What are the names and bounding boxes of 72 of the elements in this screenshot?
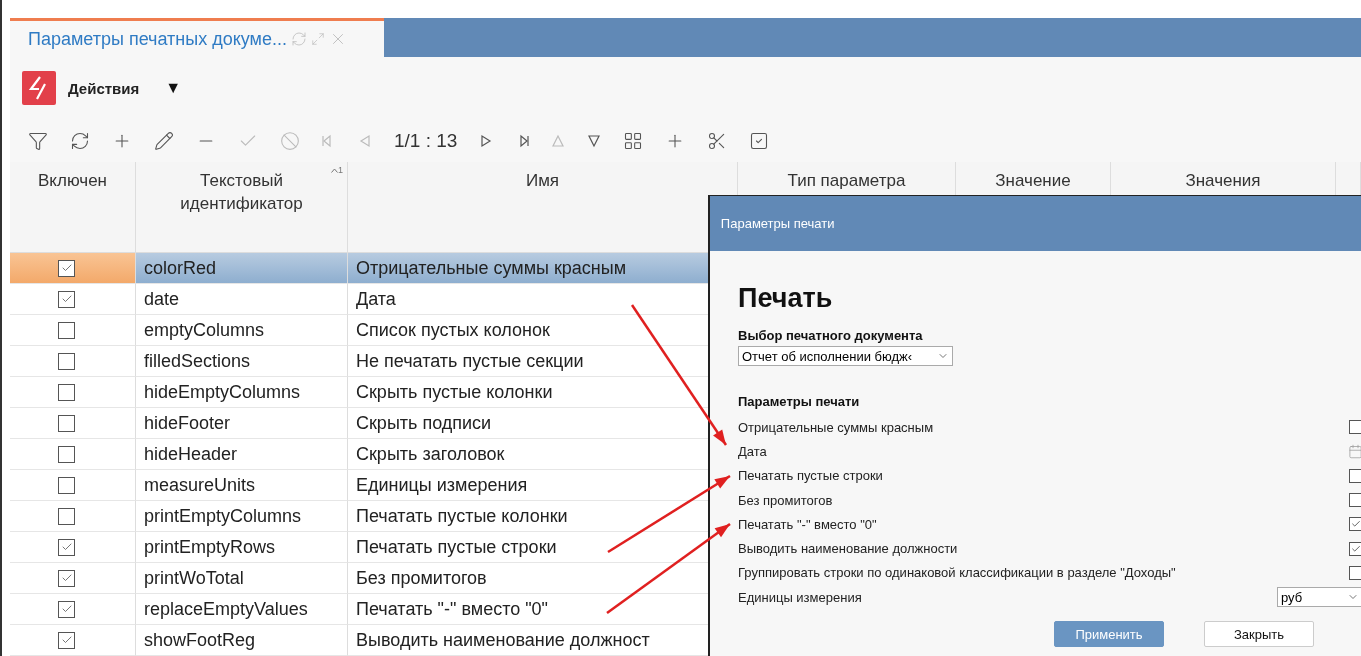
logo-icon: [22, 71, 56, 105]
checkbox-icon[interactable]: [749, 130, 770, 151]
table-cell: showFootReg: [136, 625, 348, 656]
table-cell: printWoTotal: [136, 563, 348, 594]
checkmark-icon: [60, 572, 73, 584]
dialog-button[interactable]: Закрыть: [1204, 621, 1314, 648]
column-header[interactable]: Значение: [995, 170, 1071, 193]
checkbox[interactable]: [1349, 541, 1361, 556]
table-cell: filledSections: [136, 346, 348, 377]
section-label: Параметры печати: [738, 394, 861, 409]
filter-icon[interactable]: [28, 130, 48, 151]
down-icon[interactable]: [587, 133, 602, 148]
grid-icon[interactable]: [623, 130, 644, 151]
column-header[interactable]: Тип параметра: [787, 170, 906, 193]
pager-counter: 1/1 : 13: [394, 129, 458, 152]
table-cell: measureUnits: [136, 470, 348, 501]
table-cell: colorRed: [136, 253, 348, 284]
actions-caret[interactable]: ▼: [165, 79, 182, 97]
column-header[interactable]: Имя: [525, 170, 560, 193]
actions-menu[interactable]: Действия: [68, 79, 140, 97]
checkbox[interactable]: [58, 290, 75, 308]
table-cell: date: [136, 284, 348, 315]
checkmark-icon: [60, 293, 73, 305]
table-cell: emptyColumns: [136, 315, 348, 346]
checkbox[interactable]: [58, 352, 75, 370]
column-header[interactable]: Включен: [38, 170, 107, 193]
refresh-icon[interactable]: [70, 130, 90, 151]
checkmark-icon: [1351, 543, 1361, 554]
param-label: Дата: [738, 443, 767, 459]
column-header[interactable]: Значения: [1185, 170, 1261, 193]
checkmark-icon: [60, 541, 73, 553]
table-cell: printEmptyRows: [136, 532, 348, 563]
param-label: Печатать пустые строки: [738, 468, 883, 484]
param-label: Без промитогов: [738, 492, 833, 508]
checkbox[interactable]: [58, 445, 75, 463]
document-select[interactable]: Отчет об исполнении бюдж‹: [738, 346, 953, 366]
checkbox[interactable]: [58, 600, 75, 618]
column-header[interactable]: Текстовый идентификатор: [161, 170, 322, 216]
checkmark-icon: [1351, 519, 1361, 530]
table-cell: replaceEmptyValues: [136, 594, 348, 625]
table-cell: hideEmptyColumns: [136, 377, 348, 408]
table-cell: hideFooter: [136, 408, 348, 439]
checkbox[interactable]: [58, 321, 75, 339]
checkbox[interactable]: [58, 538, 75, 556]
checkbox[interactable]: [58, 631, 75, 649]
checkmark-icon: [60, 634, 73, 646]
edit-icon[interactable]: [154, 130, 174, 151]
checkbox[interactable]: [1349, 493, 1361, 508]
checkbox[interactable]: [58, 476, 75, 494]
checkbox[interactable]: [58, 383, 75, 401]
param-label: Единицы измерения: [738, 589, 862, 605]
checkbox[interactable]: [58, 569, 75, 587]
checkmark-icon: [60, 603, 73, 615]
checkbox[interactable]: [1349, 565, 1361, 580]
checkbox[interactable]: [58, 259, 75, 277]
checkmark-icon: [60, 262, 73, 274]
section-label: Выбор печатного документа: [738, 328, 924, 343]
param-label: Печатать "-" вместо "0": [738, 516, 877, 532]
checkbox[interactable]: [1349, 517, 1361, 532]
table-cell: hideHeader: [136, 439, 348, 470]
dialog-heading: Печать: [738, 283, 834, 314]
checkbox[interactable]: [58, 507, 75, 525]
checkbox[interactable]: [1349, 468, 1361, 483]
sort-indicator: 1: [331, 165, 343, 175]
param-label: Отрицательные суммы красным: [738, 419, 934, 435]
units-select[interactable]: руб: [1277, 587, 1361, 608]
checkbox[interactable]: [58, 414, 75, 432]
param-label: Группировать строки по одинаковой классификации в разделе "Доходы": [738, 565, 1176, 581]
param-label: Выводить наименование должности: [738, 541, 958, 557]
checkbox[interactable]: [1349, 420, 1361, 435]
table-cell: printEmptyColumns: [136, 501, 348, 532]
dialog-title: Параметры печати: [719, 216, 835, 231]
